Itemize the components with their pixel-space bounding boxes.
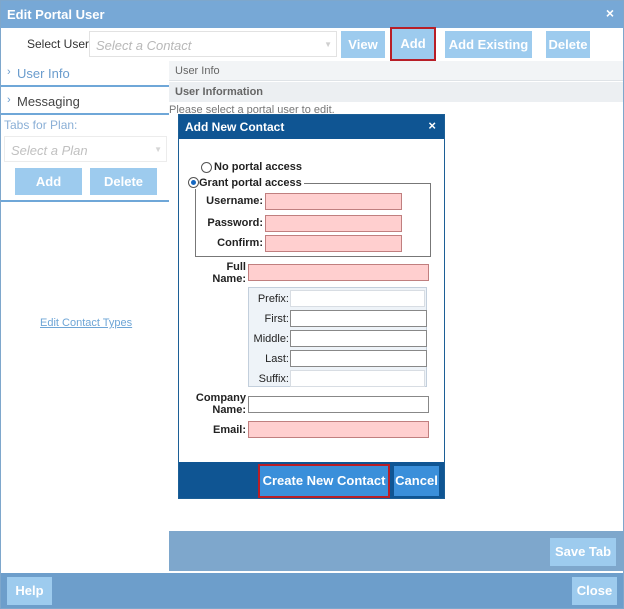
close-button[interactable]: Close [572, 577, 617, 605]
no-access-radio[interactable] [201, 162, 212, 173]
username-field[interactable] [265, 193, 402, 210]
sidebar-item-label: User Info [17, 66, 70, 81]
suffix-field[interactable] [290, 370, 425, 387]
sidebar-item-label: Messaging [17, 94, 80, 109]
first-label: First: [264, 313, 289, 325]
chevron-down-icon: ▼ [324, 40, 332, 49]
grant-access-radio[interactable] [188, 177, 199, 188]
add-new-contact-dialog: Add New Contact × No portal access Grant… [178, 114, 445, 499]
name-parts-group: Prefix: First: Middle: Last: Suffix: [248, 287, 427, 387]
plan-delete-button[interactable]: Delete [90, 168, 157, 195]
last-label: Last: [265, 353, 289, 365]
add-existing-button[interactable]: Add Existing [445, 31, 532, 58]
dialog-close-icon[interactable]: × [428, 118, 436, 133]
section-header: User Info [169, 61, 623, 81]
password-label: Password: [207, 217, 263, 229]
chevron-right-icon: › [7, 94, 11, 106]
first-name-field[interactable] [290, 310, 427, 327]
window-titlebar: Edit Portal User × [1, 1, 623, 28]
edit-portal-user-window: Edit Portal User × Select User: Select a… [0, 0, 624, 609]
email-label: Email: [212, 424, 246, 436]
plan-add-button[interactable]: Add [15, 168, 82, 195]
grant-access-option[interactable]: Grant portal access [188, 177, 304, 189]
sidebar: › User Info › Messaging Tabs for Plan: S… [1, 61, 169, 575]
edit-contact-types-link[interactable]: Edit Contact Types [40, 317, 132, 329]
company-name-label: Company Name: [195, 392, 246, 416]
main-footer: Save Tab [169, 531, 623, 571]
help-button[interactable]: Help [7, 577, 52, 605]
chevron-right-icon: › [7, 66, 11, 78]
window-title: Edit Portal User [7, 7, 105, 22]
prefix-field[interactable] [290, 290, 425, 307]
select-plan-placeholder: Select a Plan [11, 143, 88, 158]
suffix-label: Suffix: [258, 373, 289, 385]
confirm-password-field[interactable] [265, 235, 402, 252]
dialog-titlebar: Add New Contact × [179, 115, 444, 139]
tabs-for-plan-label: Tabs for Plan: [4, 118, 78, 132]
middle-name-field[interactable] [290, 330, 427, 347]
prefix-label: Prefix: [257, 293, 289, 305]
window-footer: Help Close [1, 573, 623, 608]
password-field[interactable] [265, 215, 402, 232]
no-access-label: No portal access [214, 161, 303, 173]
full-name-label: Full Name: [212, 261, 246, 285]
subsection-header-label: User Information [175, 86, 264, 98]
delete-button[interactable]: Delete [546, 31, 590, 58]
select-user-dropdown[interactable]: Select a Contact ▼ [89, 31, 337, 57]
select-user-label: Select User: [27, 37, 93, 51]
create-new-contact-button[interactable]: Create New Contact [258, 464, 390, 498]
chevron-down-icon: ▼ [154, 145, 162, 154]
select-plan-dropdown[interactable]: Select a Plan ▼ [4, 136, 167, 162]
grant-access-group: Grant portal access Username: Password: … [188, 177, 431, 257]
window-close-icon[interactable]: × [606, 5, 614, 21]
sidebar-item-messaging[interactable]: › Messaging [1, 90, 169, 114]
email-field[interactable] [248, 421, 429, 438]
sidebar-divider [1, 200, 169, 202]
toolbar: Select User: Select a Contact ▼ View Add… [1, 27, 623, 61]
middle-label: Middle: [253, 333, 289, 345]
last-name-field[interactable] [290, 350, 427, 367]
view-button[interactable]: View [341, 31, 385, 58]
full-name-field[interactable] [248, 264, 429, 281]
save-tab-button[interactable]: Save Tab [550, 538, 616, 566]
dialog-title: Add New Contact [185, 120, 285, 134]
sidebar-item-user-info[interactable]: › User Info [1, 62, 169, 86]
confirm-label: Confirm: [217, 237, 263, 249]
add-button[interactable]: Add [390, 27, 436, 61]
select-user-placeholder: Select a Contact [96, 38, 192, 53]
company-name-field[interactable] [248, 396, 429, 413]
subsection-header: User Information [169, 82, 623, 102]
dialog-cancel-button[interactable]: Cancel [394, 466, 439, 496]
grant-access-label: Grant portal access [199, 177, 302, 189]
sidebar-divider [1, 113, 169, 115]
sidebar-divider [1, 85, 169, 87]
section-header-label: User Info [175, 65, 220, 77]
username-label: Username: [206, 195, 263, 207]
